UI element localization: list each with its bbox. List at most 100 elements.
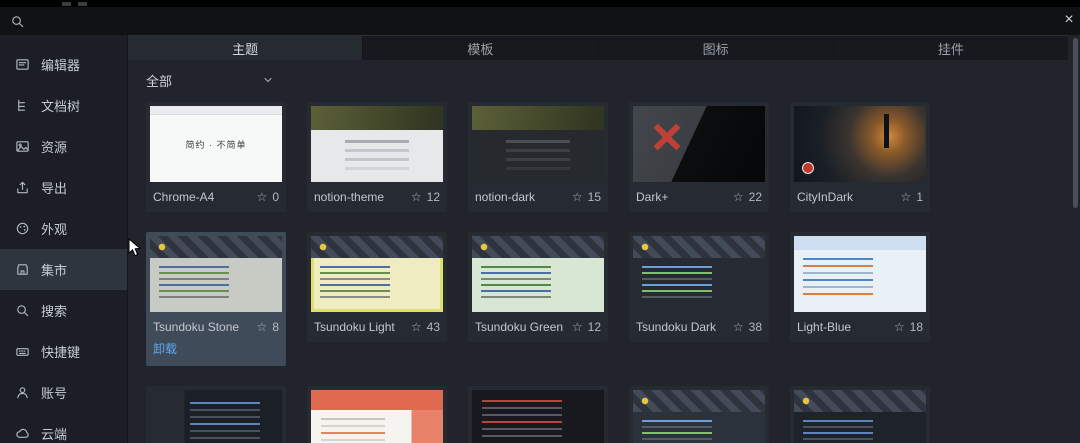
theme-thumbnail	[633, 236, 765, 312]
sidebar-item-label: 云端	[41, 427, 68, 442]
sidebar-item-marketplace[interactable]: 集市	[0, 249, 127, 290]
scrollbar-thumb[interactable]	[1073, 38, 1078, 208]
star-icon	[733, 320, 744, 334]
star-icon	[411, 190, 422, 204]
theme-card[interactable]: Light-Blue 18	[790, 232, 930, 342]
theme-thumbnail	[311, 106, 443, 182]
star-icon	[733, 190, 744, 204]
titlebar-mark	[62, 2, 71, 6]
theme-thumbnail	[794, 106, 926, 182]
star-icon	[901, 190, 912, 204]
sidebar-item-cloud[interactable]: 云端	[0, 413, 127, 443]
theme-thumbnail	[794, 236, 926, 312]
settings-search-bar: ×	[0, 7, 1080, 35]
titlebar-mark	[78, 2, 87, 6]
tab-templates[interactable]: 模板	[362, 36, 598, 60]
star-icon	[411, 320, 422, 334]
person-icon	[15, 385, 30, 400]
star-icon	[257, 320, 268, 334]
theme-card[interactable]: Tsundoku Dark 38	[629, 232, 769, 342]
editor-icon	[15, 57, 30, 72]
sidebar-item-editor[interactable]: 编辑器	[0, 44, 127, 85]
theme-card[interactable]	[146, 386, 286, 443]
keyboard-icon	[15, 344, 30, 359]
star-count: 8	[257, 320, 279, 334]
theme-thumbnail	[794, 390, 926, 443]
thumb-caption: 简约 · 不简单	[185, 139, 247, 150]
star-icon	[572, 320, 583, 334]
star-icon	[894, 320, 905, 334]
marketplace-tabs: 主题 模板 图标 挂件	[128, 35, 1068, 60]
theme-thumbnail	[472, 106, 604, 182]
theme-thumbnail: 简约 · 不简单	[150, 106, 282, 182]
tab-themes[interactable]: 主题	[128, 36, 363, 60]
star-count: 0	[257, 190, 279, 204]
filter-dropdown[interactable]: 全部	[146, 70, 274, 90]
theme-name: Tsundoku Stone	[153, 320, 240, 334]
theme-thumbnail	[150, 390, 282, 443]
theme-thumbnail	[633, 390, 765, 443]
theme-card[interactable]: notion-theme 12	[307, 102, 447, 212]
theme-name: Dark+	[636, 190, 669, 204]
theme-name: Tsundoku Light	[314, 320, 395, 334]
close-icon[interactable]: ×	[1060, 10, 1078, 30]
sidebar-item-label: 编辑器	[41, 58, 81, 73]
app-titlebar	[0, 0, 1080, 7]
sidebar-item-search[interactable]: 搜索	[0, 290, 127, 331]
sidebar-item-assets[interactable]: 资源	[0, 126, 127, 167]
theme-card[interactable]	[307, 386, 447, 443]
sidebar-item-label: 搜索	[41, 304, 68, 319]
settings-window: × 编辑器 文档树 资源 导出 外观 集市 搜索 快捷键 账号 云端 主题 模板…	[0, 0, 1080, 443]
sidebar-item-label: 集市	[41, 263, 68, 278]
star-count: 18	[894, 320, 923, 334]
star-count: 1	[901, 190, 923, 204]
marketplace-panel: 主题 模板 图标 挂件 全部 简约 · 不简单 Chrome-A4 0 notio…	[128, 35, 1080, 443]
search-icon	[15, 303, 30, 318]
uninstall-link[interactable]: 卸载	[150, 338, 282, 362]
tab-widgets[interactable]: 挂件	[832, 36, 1068, 60]
search-input[interactable]	[33, 13, 1070, 29]
star-count: 22	[733, 190, 762, 204]
theme-name: CityInDark	[797, 190, 854, 204]
sidebar-item-hotkeys[interactable]: 快捷键	[0, 331, 127, 372]
theme-card[interactable]: Dark+ 22	[629, 102, 769, 212]
theme-name: Tsundoku Green	[475, 320, 564, 334]
theme-thumbnail	[311, 236, 443, 312]
settings-dialog: 编辑器 文档树 资源 导出 外观 集市 搜索 快捷键 账号 云端 主题 模板 图…	[0, 35, 1080, 443]
sidebar-item-label: 文档树	[41, 99, 81, 114]
theme-card[interactable]	[468, 386, 608, 443]
cloud-icon	[15, 426, 30, 441]
filter-value: 全部	[146, 73, 173, 89]
sidebar-item-account[interactable]: 账号	[0, 372, 127, 413]
theme-thumbnail	[633, 106, 765, 182]
star-icon	[572, 190, 583, 204]
export-icon	[15, 180, 30, 195]
theme-card[interactable]: notion-dark 15	[468, 102, 608, 212]
sidebar-item-export[interactable]: 导出	[0, 167, 127, 208]
theme-card[interactable]: Tsundoku Green 12	[468, 232, 608, 342]
sidebar-item-appearance[interactable]: 外观	[0, 208, 127, 249]
star-icon	[257, 190, 268, 204]
sidebar-item-label: 资源	[41, 140, 68, 155]
theme-thumbnail	[150, 236, 282, 312]
theme-grid: 简约 · 不简单 Chrome-A4 0 notion-theme 12 notio…	[146, 102, 1080, 443]
theme-card-installed[interactable]: Tsundoku Stone 8 卸载	[146, 232, 286, 366]
palette-icon	[15, 221, 30, 236]
theme-card[interactable]: 简约 · 不简单 Chrome-A4 0	[146, 102, 286, 212]
theme-name: notion-theme	[314, 190, 385, 204]
sidebar-item-label: 快捷键	[41, 345, 81, 360]
sidebar-item-doc-tree[interactable]: 文档树	[0, 85, 127, 126]
star-count: 38	[733, 320, 762, 334]
theme-thumbnail	[472, 390, 604, 443]
theme-card[interactable]	[629, 386, 769, 443]
image-icon	[15, 139, 30, 154]
theme-name: Tsundoku Dark	[636, 320, 717, 334]
theme-card[interactable]: Tsundoku Light 43	[307, 232, 447, 342]
theme-card[interactable]: CityInDark 1	[790, 102, 930, 212]
tab-icons[interactable]: 图标	[597, 36, 833, 60]
store-icon	[15, 262, 30, 277]
theme-name: notion-dark	[475, 190, 536, 204]
theme-card[interactable]	[790, 386, 930, 443]
theme-name: Chrome-A4	[153, 190, 215, 204]
search-icon	[12, 15, 24, 27]
